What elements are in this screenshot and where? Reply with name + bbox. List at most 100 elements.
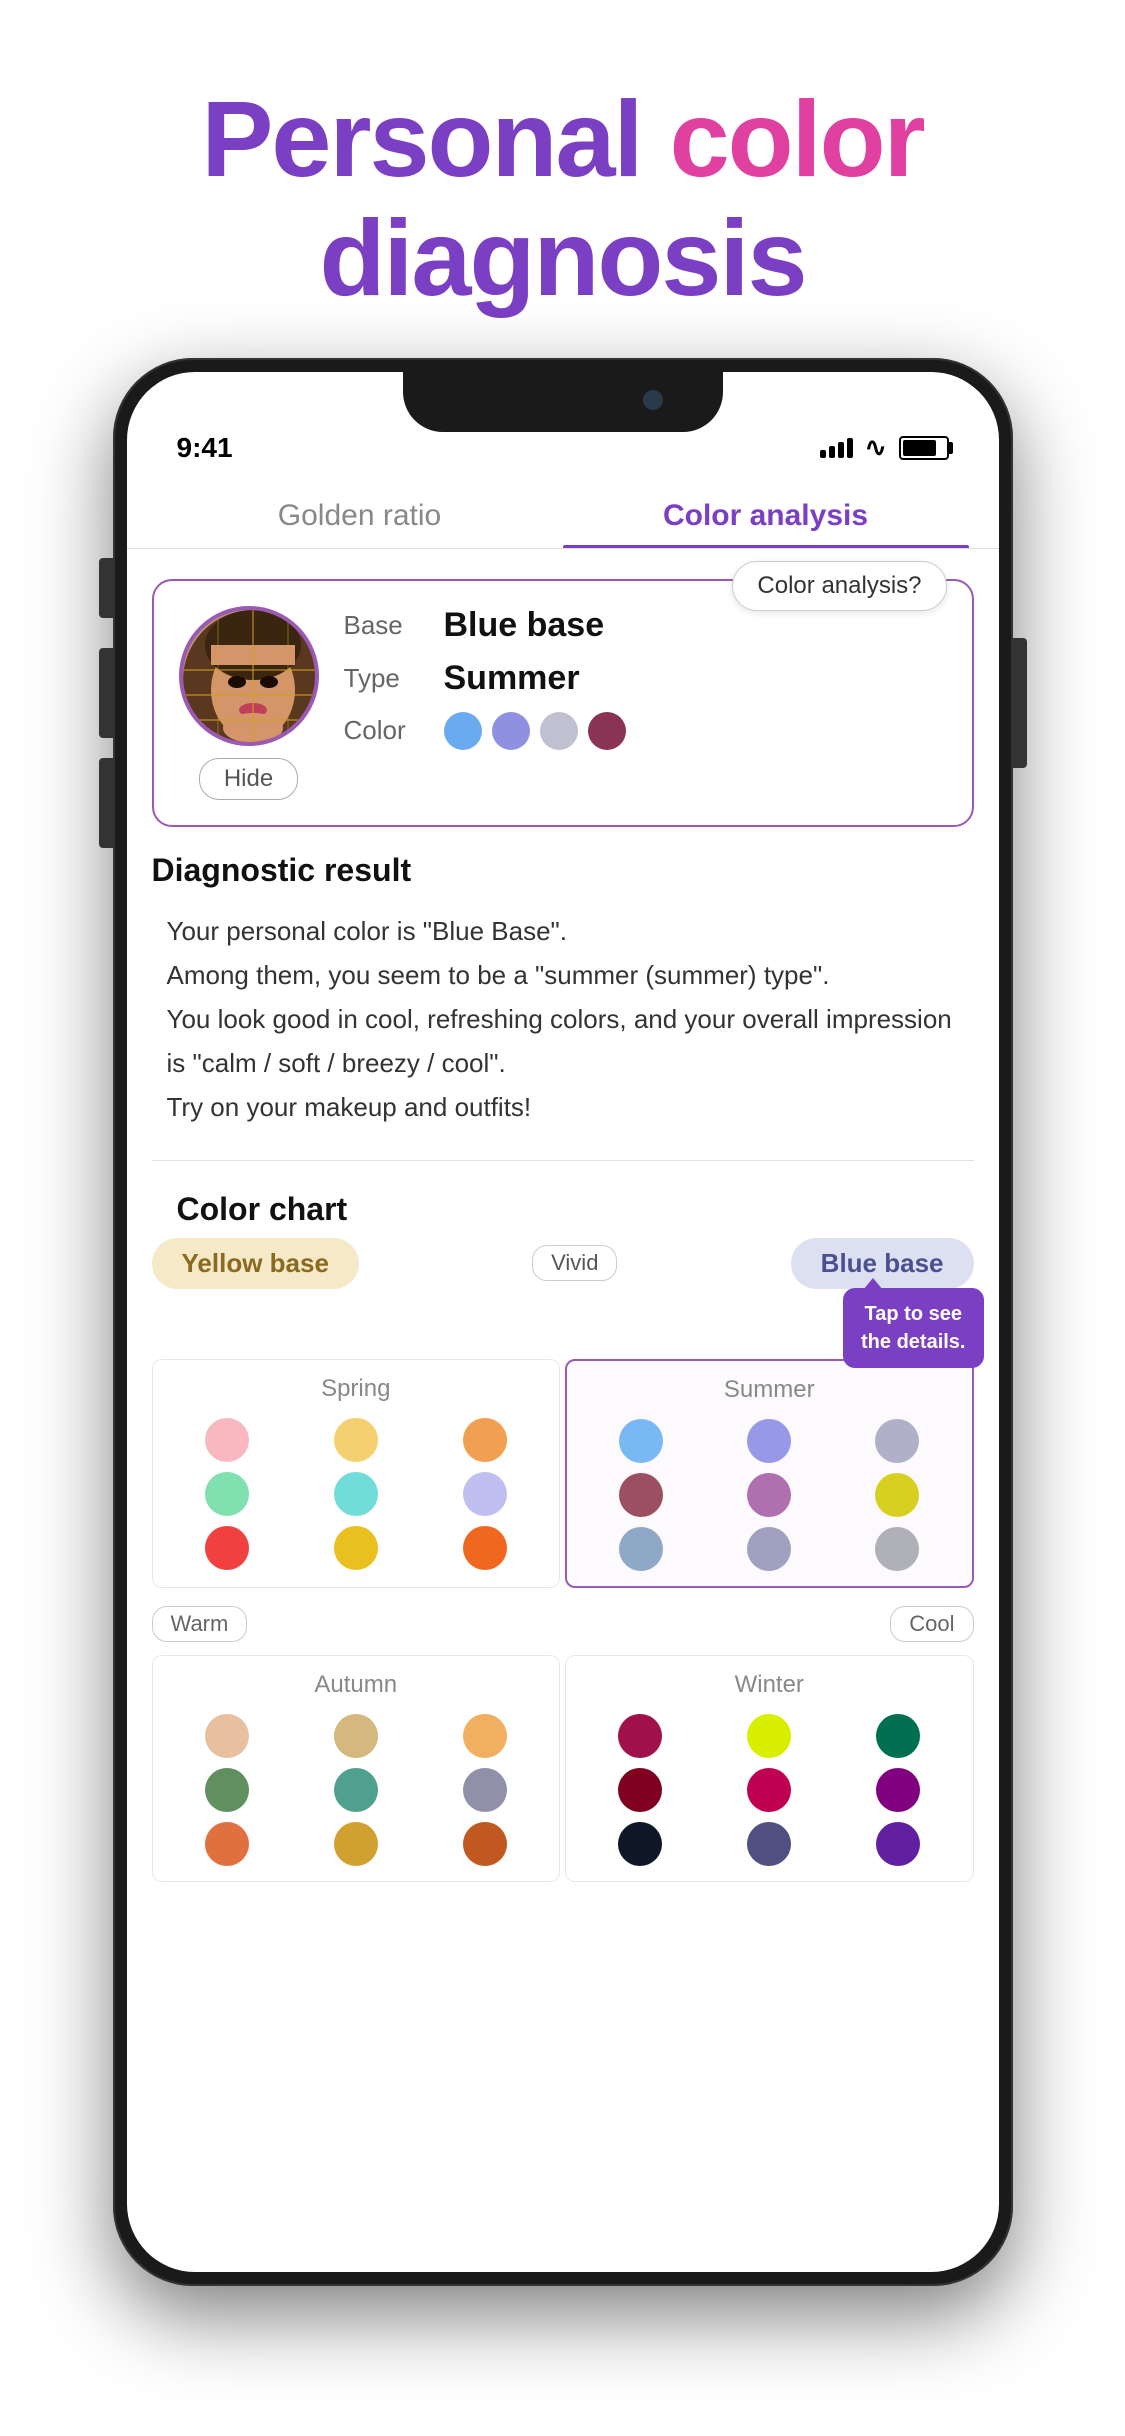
page-title: Personal color diagnosis [60,80,1065,318]
winter-dot [876,1768,920,1812]
diagnostic-title: Diagnostic result [127,842,999,899]
color-swatches [444,712,626,750]
result-info: Base Blue base Type Summer Color [344,606,947,764]
tab-color-analysis[interactable]: Color analysis [563,479,969,548]
vivid-label: Vivid [532,1245,617,1281]
summer-dot [619,1527,663,1571]
color-analysis-button[interactable]: Color analysis? [732,561,946,611]
color-dot-4 [588,712,626,750]
winter-cell: Winter [565,1655,974,1882]
autumn-dot [334,1768,378,1812]
winter-label: Winter [581,1671,958,1699]
winter-dot [747,1714,791,1758]
hide-button[interactable]: Hide [199,758,298,800]
page-header: Personal color diagnosis [0,0,1125,358]
autumn-dot [463,1768,507,1812]
spring-dot [334,1526,378,1570]
type-label: Type [344,663,444,694]
summer-label: Summer [582,1376,957,1404]
autumn-dots [168,1714,545,1866]
cool-label: Cool [890,1606,973,1642]
base-label: Base [344,610,444,641]
winter-dots [581,1714,958,1866]
warm-label: Warm [152,1606,248,1642]
spring-dot [463,1472,507,1516]
axis-labels: Warm Cool [152,1598,974,1650]
type-value: Summer [444,659,580,698]
phone-notch [403,372,723,432]
color-quadrant: Spring [152,1359,974,1588]
yellow-base-badge: Yellow base [152,1238,359,1289]
spring-dot [334,1418,378,1462]
diagnostic-section: Diagnostic result Your personal color is… [127,842,999,1150]
winter-dot [618,1714,662,1758]
winter-dot [618,1768,662,1812]
phone-screen: 9:41 ∿ Golden ratio [127,372,999,2272]
autumn-dot [334,1714,378,1758]
autumn-dot [205,1714,249,1758]
summer-dot [875,1473,919,1517]
winter-dot [618,1822,662,1866]
result-card: Hide Base Blue base Type Summer Color [152,579,974,827]
summer-dot [747,1527,791,1571]
spring-dot [205,1418,249,1462]
spring-dot [205,1526,249,1570]
autumn-label: Autumn [168,1671,545,1699]
spring-dot [463,1418,507,1462]
summer-dot [619,1419,663,1463]
avatar-section: Hide [179,606,319,800]
status-time: 9:41 [177,432,233,464]
winter-dot [876,1714,920,1758]
autumn-cell: Autumn [152,1655,561,1882]
color-dot-2 [492,712,530,750]
autumn-dot [463,1822,507,1866]
spring-dot [463,1526,507,1570]
winter-dot [747,1768,791,1812]
type-row: Type Summer [344,659,947,698]
header-personal: Personal [201,78,641,199]
header-diagnosis: diagnosis [319,197,805,318]
color-chart-section: Color chart Yellow base Vivid Blue base … [127,1171,999,1932]
summer-cell[interactable]: Summer [565,1359,974,1588]
tap-bubble: Tap to see the details. [843,1288,983,1368]
summer-dot [875,1527,919,1571]
tab-golden-ratio[interactable]: Golden ratio [157,479,563,548]
front-camera [643,390,663,410]
summer-dot [619,1473,663,1517]
spring-dot [334,1472,378,1516]
spring-label: Spring [168,1375,545,1403]
autumn-dot [463,1714,507,1758]
battery-icon [899,436,949,460]
section-divider [152,1160,974,1161]
signal-icon [820,438,853,458]
color-row: Color [344,712,947,750]
winter-dot [747,1822,791,1866]
winter-dot [876,1822,920,1866]
color-chart-title: Color chart [152,1181,974,1238]
phone-wrapper: 9:41 ∿ Golden ratio [0,358,1125,2286]
summer-dot [875,1419,919,1463]
color-dot-3 [540,712,578,750]
tab-bar: Golden ratio Color analysis [127,469,999,549]
phone-device: 9:41 ∿ Golden ratio [113,358,1013,2286]
summer-dot [747,1419,791,1463]
avatar [179,606,319,746]
color-label: Color [344,715,444,746]
autumn-dot [334,1822,378,1866]
summer-dots [582,1419,957,1571]
autumn-dot [205,1768,249,1812]
base-row: Base Blue base [344,606,947,645]
diagnostic-text: Your personal color is "Blue Base". Amon… [127,899,999,1150]
status-icons: ∿ [820,432,949,463]
header-color: color [642,78,924,199]
base-value: Blue base [444,606,605,645]
bottom-seasons: Autumn [152,1655,974,1882]
spring-dots [168,1418,545,1570]
spring-cell: Spring [152,1359,561,1588]
spring-dot [205,1472,249,1516]
autumn-dot [205,1822,249,1866]
wifi-icon: ∿ [865,432,887,463]
color-dot-1 [444,712,482,750]
base-labels: Yellow base Vivid Blue base Tap to see t… [152,1238,974,1289]
summer-dot [747,1473,791,1517]
